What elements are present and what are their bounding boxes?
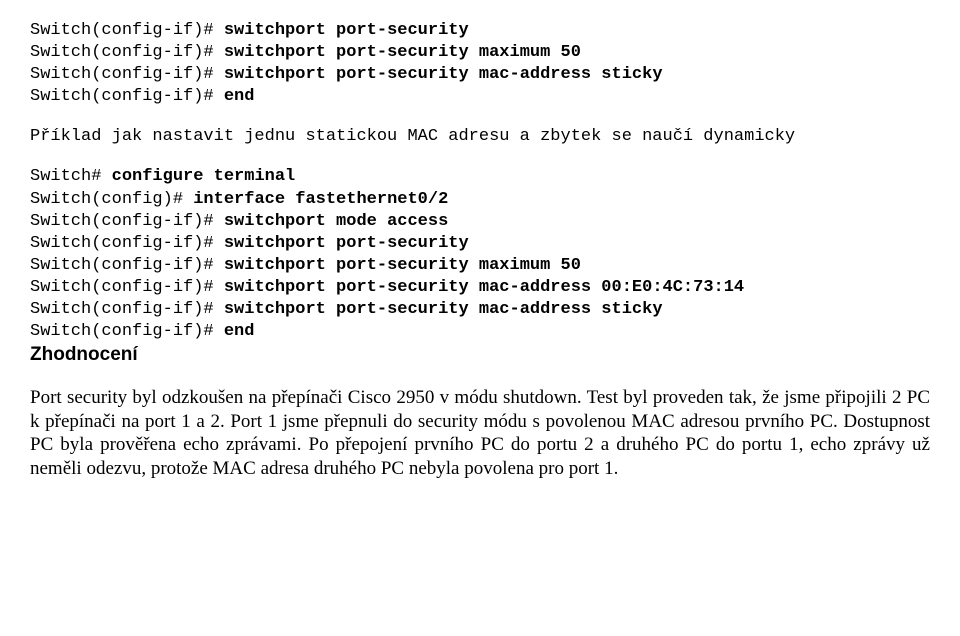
cli-prompt: Switch(config-if)#	[30, 21, 224, 40]
code-block-1: Switch(config-if)# switchport port-secur…	[30, 20, 930, 108]
cli-prompt: Switch#	[30, 167, 112, 186]
cli-command: interface fastethernet0/2	[193, 190, 448, 209]
cli-command: switchport port-security mac-address sti…	[224, 65, 663, 84]
cli-prompt: Switch(config)#	[30, 190, 193, 209]
cli-command: switchport mode access	[224, 212, 448, 231]
intro-text: Příklad jak nastavit jednu statickou MAC…	[30, 126, 930, 148]
cli-prompt: Switch(config-if)#	[30, 43, 224, 62]
cli-prompt: Switch(config-if)#	[30, 87, 224, 106]
cli-prompt: Switch(config-if)#	[30, 322, 224, 341]
code-block-2: Switch# configure terminal Switch(config…	[30, 166, 930, 343]
cli-prompt: Switch(config-if)#	[30, 256, 224, 275]
cli-command: switchport port-security mac-address sti…	[224, 300, 663, 319]
cli-command: switchport port-security mac-address 00:…	[224, 278, 744, 297]
cli-prompt: Switch(config-if)#	[30, 234, 224, 253]
cli-prompt: Switch(config-if)#	[30, 300, 224, 319]
section-heading: Zhodnocení	[30, 343, 930, 368]
cli-command: switchport port-security maximum 50	[224, 256, 581, 275]
cli-command: switchport port-security	[224, 234, 469, 253]
cli-command: end	[224, 322, 255, 341]
cli-prompt: Switch(config-if)#	[30, 278, 224, 297]
cli-command: switchport port-security	[224, 21, 469, 40]
cli-command: end	[224, 87, 255, 106]
cli-prompt: Switch(config-if)#	[30, 65, 224, 84]
summary-paragraph: Port security byl odzkoušen na přepínači…	[30, 386, 930, 481]
cli-command: switchport port-security maximum 50	[224, 43, 581, 62]
cli-command: configure terminal	[112, 167, 296, 186]
cli-prompt: Switch(config-if)#	[30, 212, 224, 231]
